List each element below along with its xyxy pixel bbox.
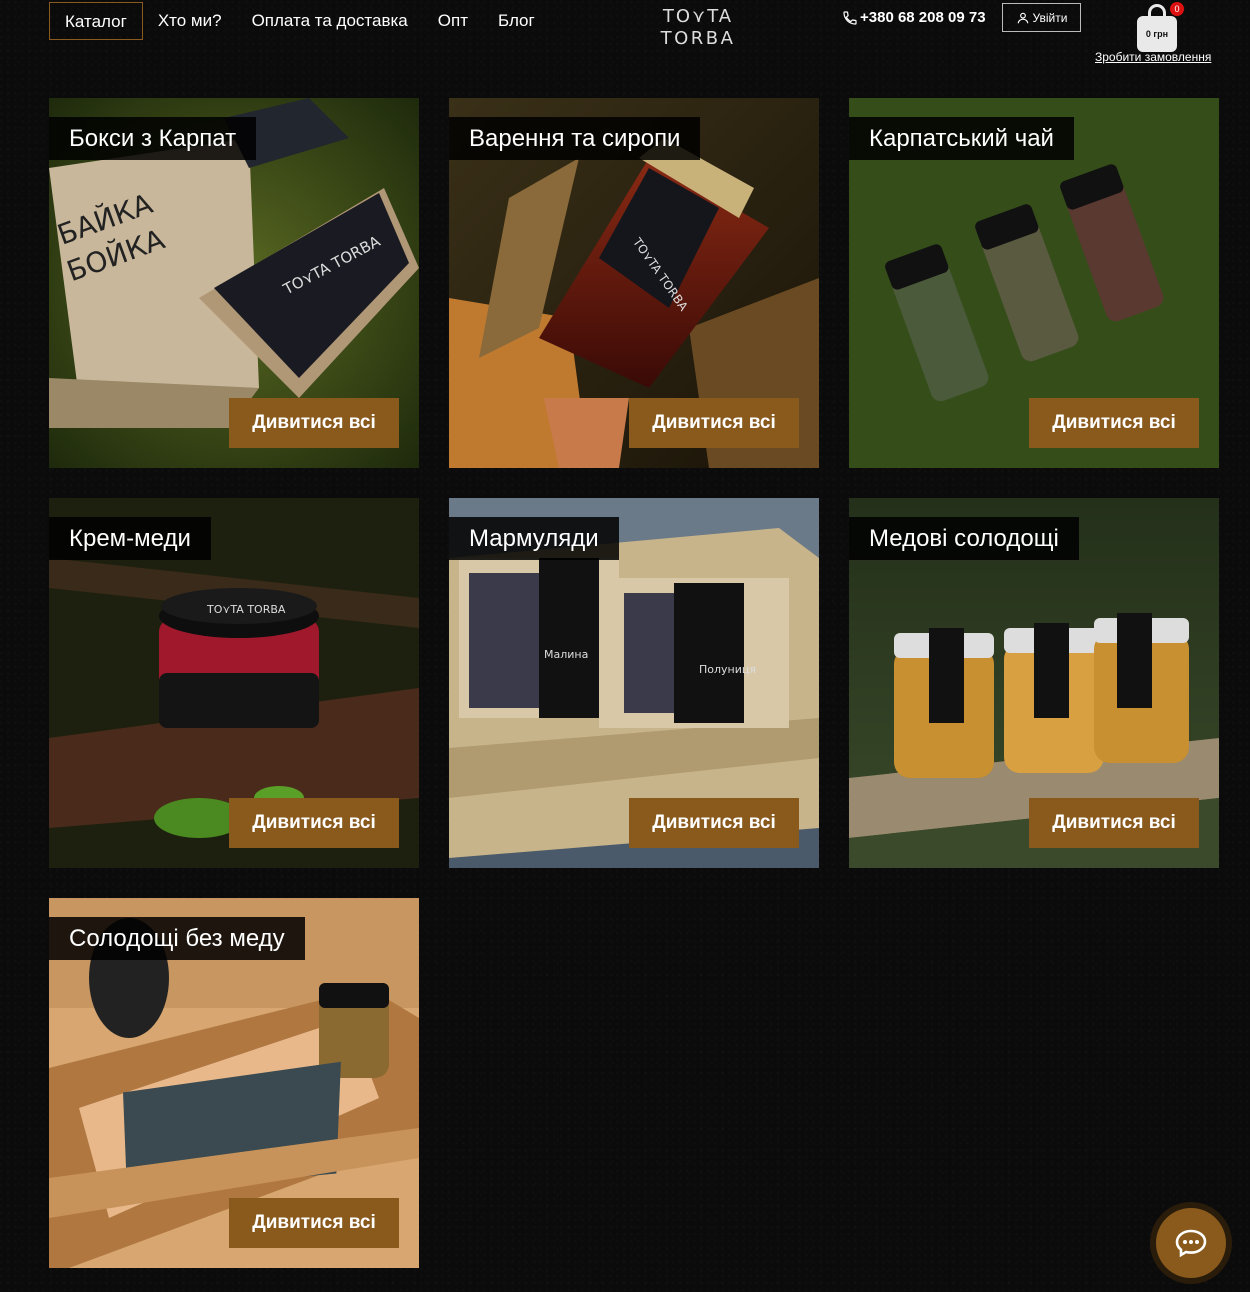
category-card[interactable]: БАЙКА БОЙКА TO⋎TA TORBA Бокси з Карпат Д… [49, 98, 419, 468]
category-card[interactable]: TO⋎TA TORBA Крем-меди Дивитися всі [49, 498, 419, 868]
login-button[interactable]: Увійти [1002, 3, 1081, 32]
nav-payment-delivery[interactable]: Оплата та доставка [237, 2, 423, 40]
nav-about[interactable]: Хто ми? [143, 2, 237, 40]
make-order-link[interactable]: Зробити замовлення [1095, 50, 1211, 64]
category-title: Бокси з Карпат [49, 117, 257, 160]
category-title: Варення та сиропи [449, 117, 701, 160]
cart-count-badge: 0 [1170, 2, 1184, 16]
logo-line-1: TO⋎TA [662, 6, 734, 27]
view-all-button[interactable]: Дивитися всі [229, 1198, 399, 1248]
svg-text:Малина: Малина [544, 648, 588, 661]
svg-text:TO⋎TA TORBA: TO⋎TA TORBA [206, 603, 286, 616]
category-card[interactable]: TO⋎TA TORBA Варення та сиропи Дивитися в… [449, 98, 819, 468]
nav-wholesale[interactable]: Опт [423, 2, 483, 40]
user-icon [1017, 12, 1028, 23]
nav-blog[interactable]: Блог [483, 2, 550, 40]
category-title: Медові солодощі [849, 517, 1079, 560]
cart-total: 0 грн [1145, 29, 1169, 39]
phone-icon [843, 10, 857, 25]
view-all-button[interactable]: Дивитися всі [629, 398, 799, 448]
logo-line-2: TORBA [660, 28, 736, 49]
phone-number: +380 68 208 09 73 [860, 9, 986, 26]
view-all-button[interactable]: Дивитися всі [229, 398, 399, 448]
cart-bag: 0 грн [1137, 16, 1177, 52]
view-all-button[interactable]: Дивитися всі [229, 798, 399, 848]
site-header: Каталог Хто ми? Оплата та доставка Опт Б… [0, 0, 1250, 80]
view-all-button[interactable]: Дивитися всі [1029, 398, 1199, 448]
category-card[interactable]: Медові солодощі Дивитися всі [849, 498, 1219, 868]
cart-button[interactable]: 0 грн 0 [1137, 2, 1184, 52]
svg-text:Полуниця: Полуниця [699, 663, 756, 676]
chat-widget-button[interactable] [1150, 1202, 1232, 1284]
category-card[interactable]: Малина Полуниця Мармуляди Дивитися всі [449, 498, 819, 868]
category-card[interactable]: Карпатський чай Дивитися всі [849, 98, 1219, 468]
category-title: Крем-меди [49, 517, 211, 560]
category-title: Карпатський чай [849, 117, 1074, 160]
chat-button-inner [1156, 1208, 1226, 1278]
view-all-button[interactable]: Дивитися всі [629, 798, 799, 848]
phone-link[interactable]: +380 68 208 09 73 [842, 9, 986, 26]
view-all-button[interactable]: Дивитися всі [1029, 798, 1199, 848]
main-nav: Каталог Хто ми? Оплата та доставка Опт Б… [49, 2, 550, 40]
chat-bubble-icon [1175, 1229, 1207, 1258]
nav-catalog[interactable]: Каталог [49, 2, 143, 40]
category-card[interactable]: Солодощі без меду Дивитися всі [49, 898, 419, 1268]
category-title: Солодощі без меду [49, 917, 305, 960]
login-label: Увійти [1032, 10, 1068, 25]
category-title: Мармуляди [449, 517, 619, 560]
site-logo[interactable]: TO⋎TA TORBA [657, 6, 739, 50]
